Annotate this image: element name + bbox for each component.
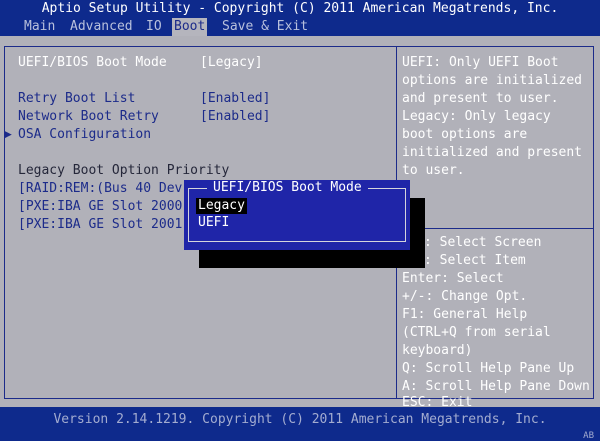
help-line: options are initialized: [402, 73, 583, 88]
tab-advanced[interactable]: Advanced: [68, 18, 135, 36]
retry-boot-list-value[interactable]: [Enabled]: [200, 90, 270, 108]
tab-save-exit[interactable]: Save & Exit: [220, 18, 310, 36]
tab-io[interactable]: IO: [144, 18, 164, 36]
tab-bar: Main Advanced IO Boot Save & Exit: [0, 18, 600, 36]
popup-title: UEFI/BIOS Boot Mode: [207, 180, 368, 196]
popup-option-uefi[interactable]: UEFI: [198, 215, 229, 231]
key-help-line: F1: General Help: [402, 307, 528, 322]
key-help-line: : Select Item: [424, 253, 526, 268]
boot-mode-value[interactable]: [Legacy]: [200, 54, 263, 72]
boot-mode-label[interactable]: UEFI/BIOS Boot Mode: [18, 54, 167, 72]
boot-priority-item[interactable]: [RAID:REM:(Bus 40 Dev: [18, 180, 182, 198]
help-divider: [397, 228, 594, 229]
boot-mode-popup: UEFI/BIOS Boot Mode Legacy UEFI: [184, 180, 410, 250]
tab-main[interactable]: Main: [22, 18, 57, 36]
version-status: Version 2.14.1219. Copyright (C) 2011 Am…: [53, 412, 547, 427]
corner-tag: AB: [583, 431, 594, 441]
priority-heading: Legacy Boot Option Priority: [18, 163, 230, 178]
network-boot-retry-label[interactable]: Network Boot Retry: [18, 108, 159, 126]
help-line: UEFI: Only UEFI Boot: [402, 55, 559, 70]
network-boot-retry-value[interactable]: [Enabled]: [200, 108, 270, 126]
help-line: initialized and present: [402, 145, 583, 160]
tab-boot[interactable]: Boot: [172, 18, 208, 36]
submenu-arrow-icon: ▶: [4, 127, 12, 142]
boot-priority-item[interactable]: [PXE:IBA GE Slot 2000: [18, 198, 182, 216]
key-help-line: Enter: Select: [402, 271, 504, 286]
key-help-line: keyboard): [402, 343, 473, 358]
app-title: Aptio Setup Utility - Copyright (C) 2011…: [41, 1, 559, 16]
boot-priority-item[interactable]: [PXE:IBA GE Slot 2001: [18, 216, 182, 234]
key-help-line: Q: Scroll Help Pane Up: [402, 361, 575, 376]
osa-configuration-link[interactable]: OSA Configuration: [18, 126, 151, 144]
key-help-line: (CTRL+Q from serial: [402, 325, 551, 340]
key-help-line: : Select Screen: [424, 235, 542, 250]
help-line: and present to user.: [402, 91, 559, 106]
retry-boot-list-label[interactable]: Retry Boot List: [18, 90, 135, 108]
help-line: Legacy: Only legacy: [402, 109, 551, 124]
help-line: to user.: [402, 163, 465, 178]
key-help-line: +/-: Change Opt.: [402, 289, 528, 304]
popup-option-legacy[interactable]: Legacy: [196, 198, 247, 214]
help-line: boot options are: [402, 127, 528, 142]
